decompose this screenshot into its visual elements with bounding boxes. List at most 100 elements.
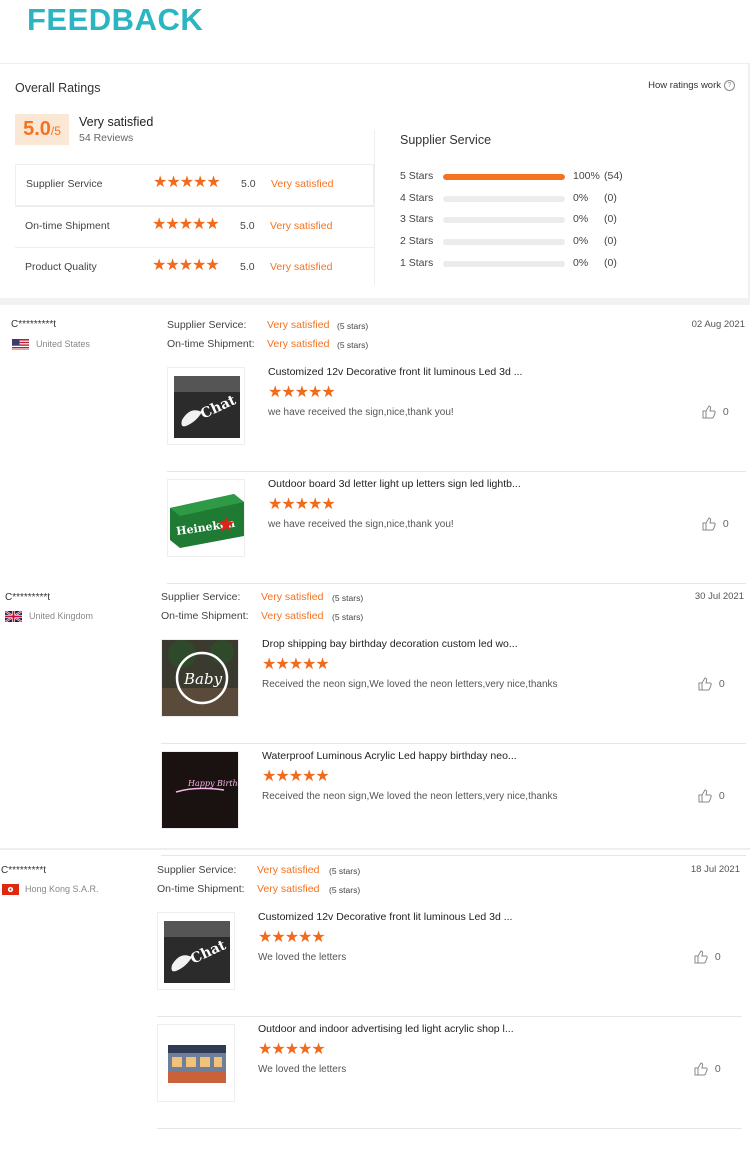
metric-label: Very satisfied (271, 178, 334, 190)
birthday-neon-image: Happy Birthday (162, 752, 239, 828)
dist-label: 3 Stars (400, 213, 434, 225)
dist-percent: 0% (573, 235, 589, 247)
dist-percent: 0% (573, 213, 589, 225)
review-comment: We loved the letters (258, 1064, 347, 1075)
star-rating-icon: ★★★★★ (262, 768, 330, 785)
star-rating-icon: ★★★★★ (268, 496, 336, 513)
dist-count: (0) (604, 235, 617, 247)
chat-sign-image: Chat (164, 921, 230, 983)
product-thumbnail[interactable]: Heineken (167, 479, 245, 557)
like-button[interactable]: 0 (702, 405, 729, 419)
chat-sign-image: Chat (174, 376, 240, 438)
metric-value: 5.0 (240, 261, 255, 273)
product-thumbnail[interactable]: Chat (167, 367, 245, 445)
like-button[interactable]: 0 (694, 1062, 721, 1076)
product-thumbnail[interactable] (157, 1024, 235, 1102)
overall-score-text: Very satisfied (79, 115, 154, 129)
review-card: C*********t Hong Kong S.A.R. Supplier Se… (0, 851, 750, 1152)
product-thumbnail[interactable]: Happy Birthday (161, 751, 239, 829)
metric-row: Product Quality ★★★★★ 5.0 Very satisfied (15, 247, 374, 288)
metric-name: On-time Shipment (25, 220, 110, 232)
overall-ratings-label: Overall Ratings (15, 81, 101, 95)
metric-value: 5.0 (241, 178, 256, 190)
dist-count: (54) (604, 170, 623, 182)
star-rating-icon: ★★★★★ (153, 174, 221, 191)
shipment-value: Very satisfied (257, 883, 320, 895)
star-rating-icon: ★★★★★ (152, 257, 220, 274)
product-thumbnail[interactable]: Chat (157, 912, 235, 990)
supplier-service-label: Supplier Service: (161, 591, 241, 603)
product-title[interactable]: Outdoor and indoor advertising led light… (258, 1023, 514, 1035)
supplier-service-value: Very satisfied (267, 319, 330, 331)
dist-percent: 100% (573, 170, 600, 182)
how-ratings-work-link[interactable]: How ratings work? (648, 80, 735, 91)
product-title[interactable]: Outdoor board 3d letter light up letters… (268, 478, 521, 490)
supplier-service-label: Supplier Service: (167, 319, 247, 331)
metric-name: Supplier Service (26, 178, 103, 190)
product-title[interactable]: Customized 12v Decorative front lit lumi… (268, 366, 522, 378)
star-rating-icon: ★★★★★ (262, 656, 330, 673)
supplier-service-stars: (5 stars) (332, 593, 364, 603)
like-count: 0 (714, 950, 721, 963)
dist-bar (443, 196, 565, 202)
us-flag-icon (12, 339, 29, 350)
review-comment: we have received the sign,nice,thank you… (268, 519, 454, 530)
divider (0, 848, 750, 850)
review-item: Chat Customized 12v Decorative front lit… (167, 359, 746, 472)
dist-percent: 0% (573, 257, 589, 269)
thumbs-up-icon (702, 405, 716, 419)
supplier-service-stars: (5 stars) (337, 321, 369, 331)
shipment-label: On-time Shipment: (157, 883, 245, 895)
score-suffix: /5 (50, 124, 61, 138)
reviewer-country: Hong Kong S.A.R. (25, 884, 99, 894)
review-card: C*********t United Kingdom Supplier Serv… (0, 578, 750, 856)
how-ratings-label: How ratings work (648, 80, 721, 92)
dist-fill (443, 174, 565, 180)
like-count: 0 (714, 1062, 721, 1075)
shipment-stars: (5 stars) (332, 612, 364, 622)
heineken-sign-image: Heineken (170, 494, 244, 548)
product-title[interactable]: Waterproof Luminous Acrylic Led happy bi… (262, 750, 517, 762)
supplier-service-label: Supplier Service: (157, 864, 237, 876)
supplier-service-value: Very satisfied (261, 591, 324, 603)
dist-label: 1 Stars (400, 257, 434, 269)
reviewer-name: C*********t (1, 865, 47, 876)
thumb-text: Baby (183, 670, 223, 688)
shipment-stars: (5 stars) (329, 885, 361, 895)
dist-percent: 0% (573, 192, 589, 204)
metric-label: Very satisfied (270, 220, 333, 232)
review-date: 30 Jul 2021 (694, 591, 744, 602)
dist-bar (443, 217, 565, 223)
metrics-table: Supplier Service ★★★★★ 5.0 Very satisfie… (15, 164, 374, 288)
shipment-label: On-time Shipment: (161, 610, 249, 622)
reviewer-country: United States (36, 339, 91, 349)
review-item: Baby Drop shipping bay birthday decorati… (161, 631, 746, 744)
product-title[interactable]: Drop shipping bay birthday decoration cu… (262, 638, 518, 650)
metric-value: 5.0 (240, 220, 255, 232)
hk-flag-icon (2, 884, 19, 895)
review-item: Outdoor and indoor advertising led light… (157, 1016, 742, 1129)
shipment-value: Very satisfied (261, 610, 324, 622)
thumbs-up-icon (694, 950, 708, 964)
like-button[interactable]: 0 (698, 789, 725, 803)
review-comment: Received the neon sign,We loved the neon… (262, 791, 558, 802)
product-title[interactable]: Customized 12v Decorative front lit lumi… (258, 911, 512, 923)
metric-row: On-time Shipment ★★★★★ 5.0 Very satisfie… (15, 206, 374, 247)
review-comment: Received the neon sign,We loved the neon… (262, 679, 558, 690)
metric-row: Supplier Service ★★★★★ 5.0 Very satisfie… (15, 164, 374, 206)
supplier-service-stars: (5 stars) (329, 866, 361, 876)
like-button[interactable]: 0 (702, 517, 729, 531)
reviewer-country: United Kingdom (29, 611, 94, 621)
like-button[interactable]: 0 (698, 677, 725, 691)
reviewer-name: C*********t (5, 592, 51, 603)
dist-bar (443, 174, 565, 180)
product-thumbnail[interactable]: Baby (161, 639, 239, 717)
thumb-text: Happy Birthday (187, 779, 239, 788)
baby-neon-image: Baby (162, 640, 238, 716)
review-item: Chat Customized 12v Decorative front lit… (157, 904, 742, 1017)
dist-bar (443, 261, 565, 267)
like-count: 0 (722, 405, 729, 418)
like-button[interactable]: 0 (694, 950, 721, 964)
star-rating-icon: ★★★★★ (152, 216, 220, 233)
shipment-label: On-time Shipment: (167, 338, 255, 350)
